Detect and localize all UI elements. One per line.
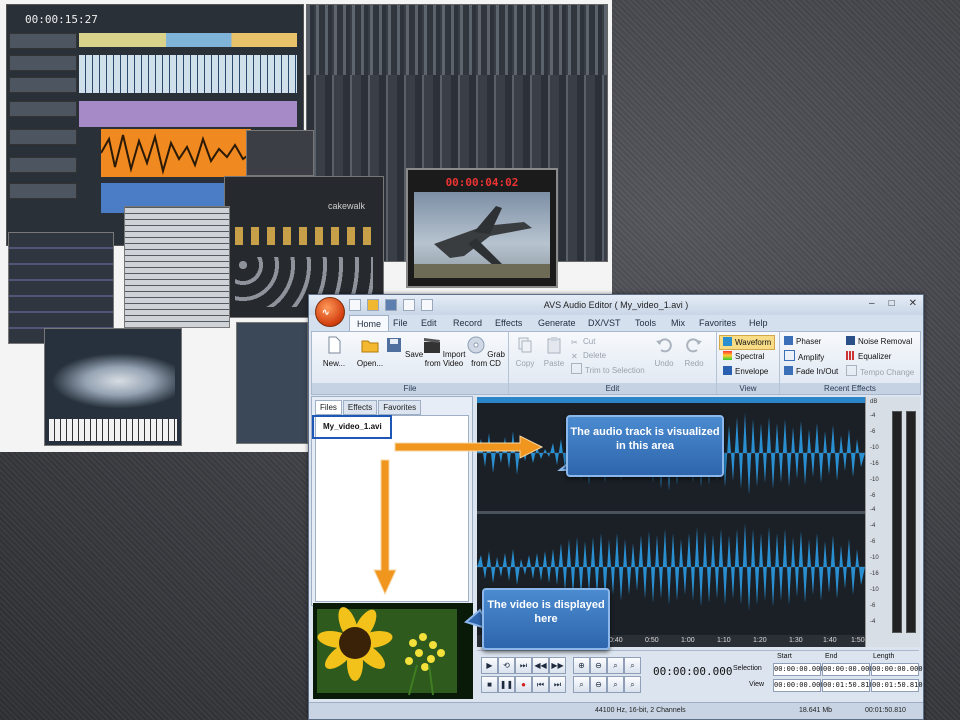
callout-video: The video is displayed here: [482, 588, 610, 650]
arrow-to-video: [373, 459, 397, 596]
annotation-arrows: [373, 435, 593, 632]
callout-audio: The audio track is visualized in this ar…: [566, 415, 724, 477]
waveform-logo-icon: ∿: [322, 307, 330, 317]
app-menu-button[interactable]: ∿: [315, 297, 345, 327]
arrow-to-waveform: [394, 435, 544, 459]
